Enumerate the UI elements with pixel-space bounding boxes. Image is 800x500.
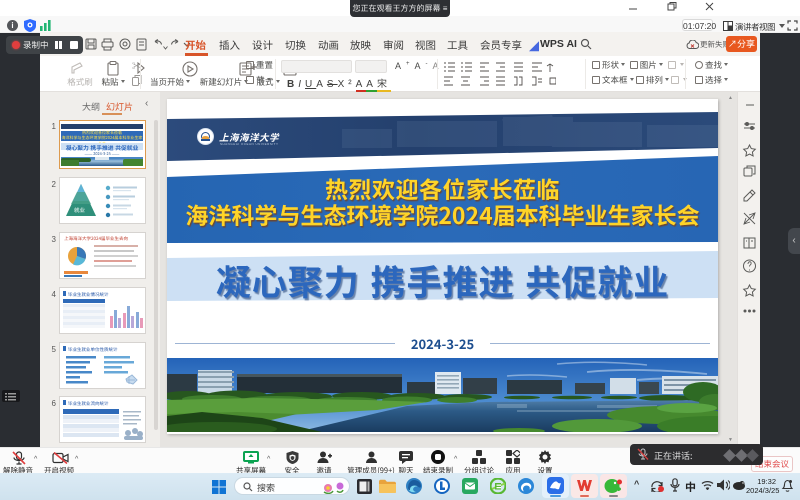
svg-text:毕业生就业情况统计: 毕业生就业情况统计 [68, 292, 109, 298]
svg-text:就业: 就业 [74, 206, 86, 214]
svg-text:上海海洋大学2024届毕业生去向: 上海海洋大学2024届毕业生去向 [64, 236, 128, 242]
svg-text:毕业生就业流向统计: 毕业生就业流向统计 [68, 401, 109, 407]
svg-text:毕业生就业单位性质统计: 毕业生就业单位性质统计 [68, 347, 118, 353]
